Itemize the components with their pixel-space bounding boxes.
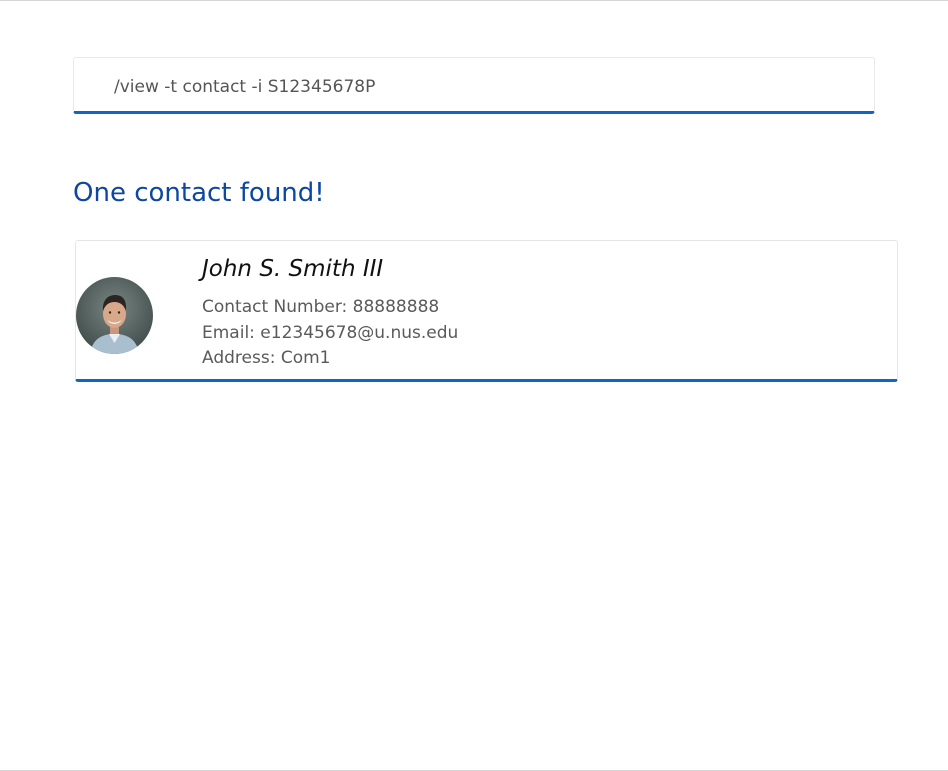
- result-heading: One contact found!: [73, 178, 325, 208]
- contact-phone: Contact Number: 88888888: [202, 297, 440, 317]
- top-divider: [0, 0, 948, 1]
- contact-email: Email: e12345678@u.nus.edu: [202, 323, 459, 343]
- contact-address: Address: Com1: [202, 348, 331, 368]
- contact-name: John S. Smith III: [202, 256, 384, 282]
- command-input-value[interactable]: /view -t contact -i S12345678P: [114, 77, 375, 97]
- person-photo-icon: [76, 277, 153, 354]
- avatar: [76, 277, 153, 354]
- contact-card[interactable]: John S. Smith III Contact Number: 888888…: [75, 240, 898, 382]
- command-input-box[interactable]: /view -t contact -i S12345678P: [73, 57, 875, 114]
